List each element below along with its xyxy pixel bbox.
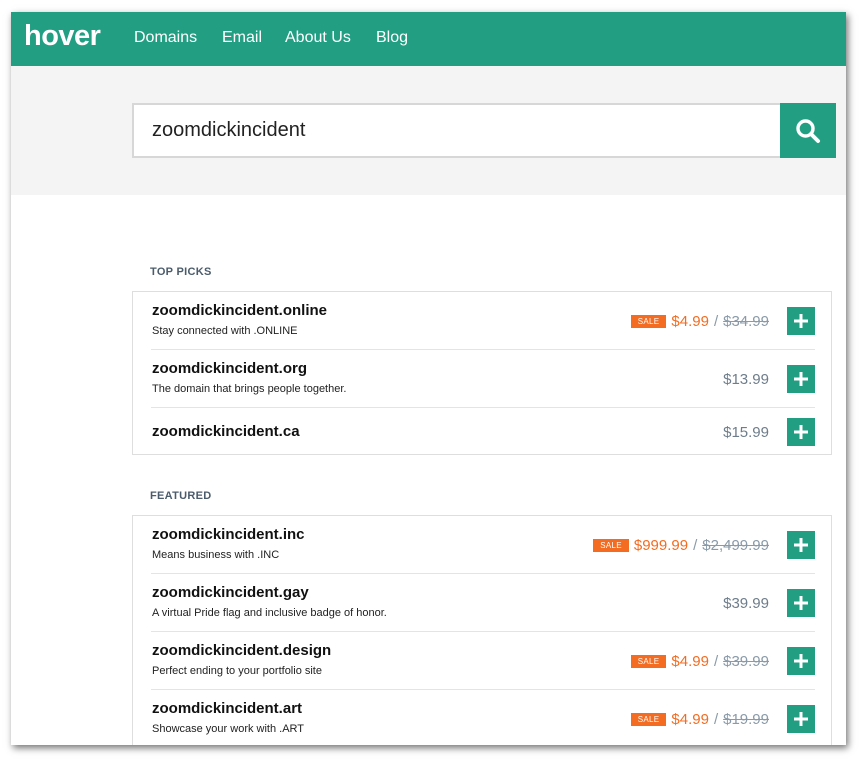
section-title-top-picks: TOP PICKS — [150, 266, 212, 278]
add-to-cart-button[interactable] — [787, 365, 815, 393]
sale-price: $999.99 — [633, 536, 689, 554]
search-icon — [796, 118, 820, 143]
domain-description: The domain that brings people together. — [152, 383, 347, 395]
price-area: SALE $4.99 / $39.99 — [630, 651, 769, 671]
result-row: zoomdickincident.inc Means business with… — [151, 516, 815, 574]
domain-name[interactable]: zoomdickincident.ca — [152, 423, 300, 440]
price: $13.99 — [723, 370, 769, 388]
price: $39.99 — [723, 594, 769, 612]
sale-badge: SALE — [630, 712, 667, 726]
search-band — [11, 66, 846, 195]
original-price: $39.99 — [723, 652, 769, 670]
featured-card: zoomdickincident.inc Means business with… — [132, 515, 832, 745]
price-separator: / — [713, 312, 719, 330]
price-separator: / — [713, 710, 719, 728]
plus-icon — [794, 372, 808, 386]
add-to-cart-button[interactable] — [787, 589, 815, 617]
add-to-cart-button[interactable] — [787, 531, 815, 559]
sale-badge: SALE — [630, 654, 667, 668]
price-area: SALE $4.99 / $19.99 — [630, 709, 769, 729]
domain-name[interactable]: zoomdickincident.org — [152, 360, 307, 377]
domain-name[interactable]: zoomdickincident.inc — [152, 526, 305, 543]
section-title-featured: FEATURED — [150, 490, 212, 502]
sale-price: $4.99 — [671, 710, 709, 728]
search-button[interactable] — [780, 103, 836, 158]
add-to-cart-button[interactable] — [787, 705, 815, 733]
original-price: $34.99 — [723, 312, 769, 330]
plus-icon — [794, 596, 808, 610]
plus-icon — [794, 712, 808, 726]
domain-description: Means business with .INC — [152, 549, 280, 561]
result-row: zoomdickincident.online Stay connected w… — [151, 292, 815, 350]
domain-description: A virtual Pride flag and inclusive badge… — [152, 607, 387, 619]
result-row: zoomdickincident.org The domain that bri… — [151, 350, 815, 408]
price-area: SALE $999.99 / $2,499.99 — [593, 535, 769, 555]
add-to-cart-button[interactable] — [787, 307, 815, 335]
plus-icon — [794, 425, 808, 439]
price-area: $15.99 — [723, 422, 769, 442]
price-area: $39.99 — [723, 593, 769, 613]
hover-logo[interactable]: hover — [24, 16, 101, 56]
domain-name[interactable]: zoomdickincident.gay — [152, 584, 309, 601]
nav-link-about-us[interactable]: About Us — [285, 28, 351, 48]
nav-link-blog[interactable]: Blog — [376, 28, 408, 48]
sale-price: $4.99 — [671, 312, 709, 330]
domain-name[interactable]: zoomdickincident.online — [152, 302, 327, 319]
price-separator: / — [713, 652, 719, 670]
sale-badge: SALE — [630, 314, 667, 328]
original-price: $19.99 — [723, 710, 769, 728]
domain-description: Showcase your work with .ART — [152, 723, 305, 735]
nav-link-domains[interactable]: Domains — [134, 28, 197, 48]
price-area: SALE $4.99 / $34.99 — [630, 311, 769, 331]
domain-name[interactable]: zoomdickincident.art — [152, 700, 302, 717]
sale-badge: SALE — [593, 538, 629, 552]
price-separator: / — [693, 536, 698, 554]
top-navbar: hover Domains Email About Us Blog — [11, 12, 846, 66]
domain-name[interactable]: zoomdickincident.design — [152, 642, 331, 659]
result-row: zoomdickincident.design Perfect ending t… — [151, 632, 815, 690]
nav-link-email[interactable]: Email — [222, 28, 262, 48]
add-to-cart-button[interactable] — [787, 647, 815, 675]
plus-icon — [794, 314, 808, 328]
price: $15.99 — [723, 423, 769, 441]
original-price: $2,499.99 — [702, 536, 769, 554]
domain-search-input[interactable] — [132, 103, 782, 158]
plus-icon — [794, 654, 808, 668]
domain-description: Perfect ending to your portfolio site — [152, 665, 322, 677]
result-row: zoomdickincident.gay A virtual Pride fla… — [151, 574, 815, 632]
result-row: zoomdickincident.ca $15.99 — [151, 408, 815, 456]
sale-price: $4.99 — [671, 652, 709, 670]
add-to-cart-button[interactable] — [787, 418, 815, 446]
domain-description: Stay connected with .ONLINE — [152, 325, 298, 337]
browser-viewport: hover Domains Email About Us Blog TOP PI… — [11, 12, 846, 745]
price-area: $13.99 — [723, 369, 769, 389]
result-row: zoomdickincident.art Showcase your work … — [151, 690, 815, 745]
top-picks-card: zoomdickincident.online Stay connected w… — [132, 291, 832, 455]
plus-icon — [794, 538, 808, 552]
